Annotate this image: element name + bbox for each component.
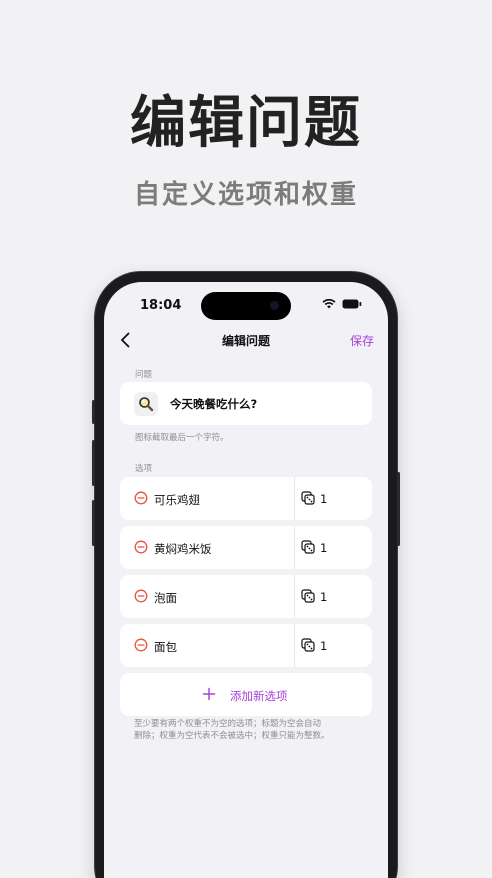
page-title: 编辑问题: [221, 334, 270, 348]
phone-side-button: [397, 472, 400, 546]
add-option-button[interactable]: 添加新选项: [120, 673, 372, 716]
question-card[interactable]: 今天晚餐吃什么?: [120, 382, 372, 425]
battery-icon: [342, 299, 362, 309]
question-hint: 图标截取最后一个字符。: [135, 433, 229, 443]
options-footnote: 至少要有两个权重不为空的选项；标题为空会自动 删除；权重为空代表不会被选中；权重…: [134, 718, 364, 742]
promo-headline: 编辑问题: [130, 90, 362, 156]
option-title-field[interactable]: 面包: [154, 639, 177, 655]
phone-side-button: [92, 440, 95, 486]
remove-option-icon[interactable]: [134, 540, 148, 554]
option-title-field[interactable]: 黄焖鸡米饭: [154, 541, 212, 557]
divider: [294, 575, 295, 618]
phone-side-button: [92, 500, 95, 546]
add-option-label: 添加新选项: [230, 689, 288, 703]
option-weight-field[interactable]: 1: [320, 639, 327, 653]
phone-side-button: [92, 400, 95, 424]
options-section-label: 选项: [135, 464, 153, 474]
dice-icon: [301, 638, 315, 652]
dice-icon: [301, 589, 315, 603]
option-weight-field[interactable]: 1: [320, 492, 327, 506]
divider: [294, 477, 295, 520]
status-time: 18:04: [140, 298, 182, 313]
wifi-icon: [322, 299, 336, 309]
plus-icon: [202, 687, 216, 701]
save-button[interactable]: 保存: [350, 332, 374, 349]
promo-subhead: 自定义选项和权重: [133, 180, 358, 210]
option-weight-field[interactable]: 1: [320, 541, 327, 555]
dynamic-island: [201, 292, 291, 320]
magnifying-glass-icon[interactable]: [134, 392, 158, 416]
footnote-line: 至少要有两个权重不为空的选项；标题为空会自动: [134, 719, 322, 729]
option-title-field[interactable]: 泡面: [154, 590, 177, 606]
divider: [294, 526, 295, 569]
divider: [294, 624, 295, 667]
remove-option-icon[interactable]: [134, 638, 148, 652]
dice-icon: [301, 540, 315, 554]
question-section-label: 问题: [135, 370, 153, 380]
question-text-field[interactable]: 今天晚餐吃什么?: [170, 396, 257, 412]
remove-option-icon[interactable]: [134, 491, 148, 505]
option-row: 黄焖鸡米饭 1: [120, 526, 372, 569]
option-weight-field[interactable]: 1: [320, 590, 327, 604]
phone-screen: 18:04 编辑问题 保存 问题 今天晚餐吃什么? 图标截取最后一个字符。 选项: [104, 282, 388, 878]
option-row: 面包 1: [120, 624, 372, 667]
remove-option-icon[interactable]: [134, 589, 148, 603]
option-row: 泡面 1: [120, 575, 372, 618]
status-icons: [322, 299, 362, 309]
footnote-line: 删除；权重为空代表不会被选中；权重只能为整数。: [134, 731, 330, 741]
option-row: 可乐鸡翅 1: [120, 477, 372, 520]
option-title-field[interactable]: 可乐鸡翅: [154, 492, 200, 508]
dice-icon: [301, 491, 315, 505]
